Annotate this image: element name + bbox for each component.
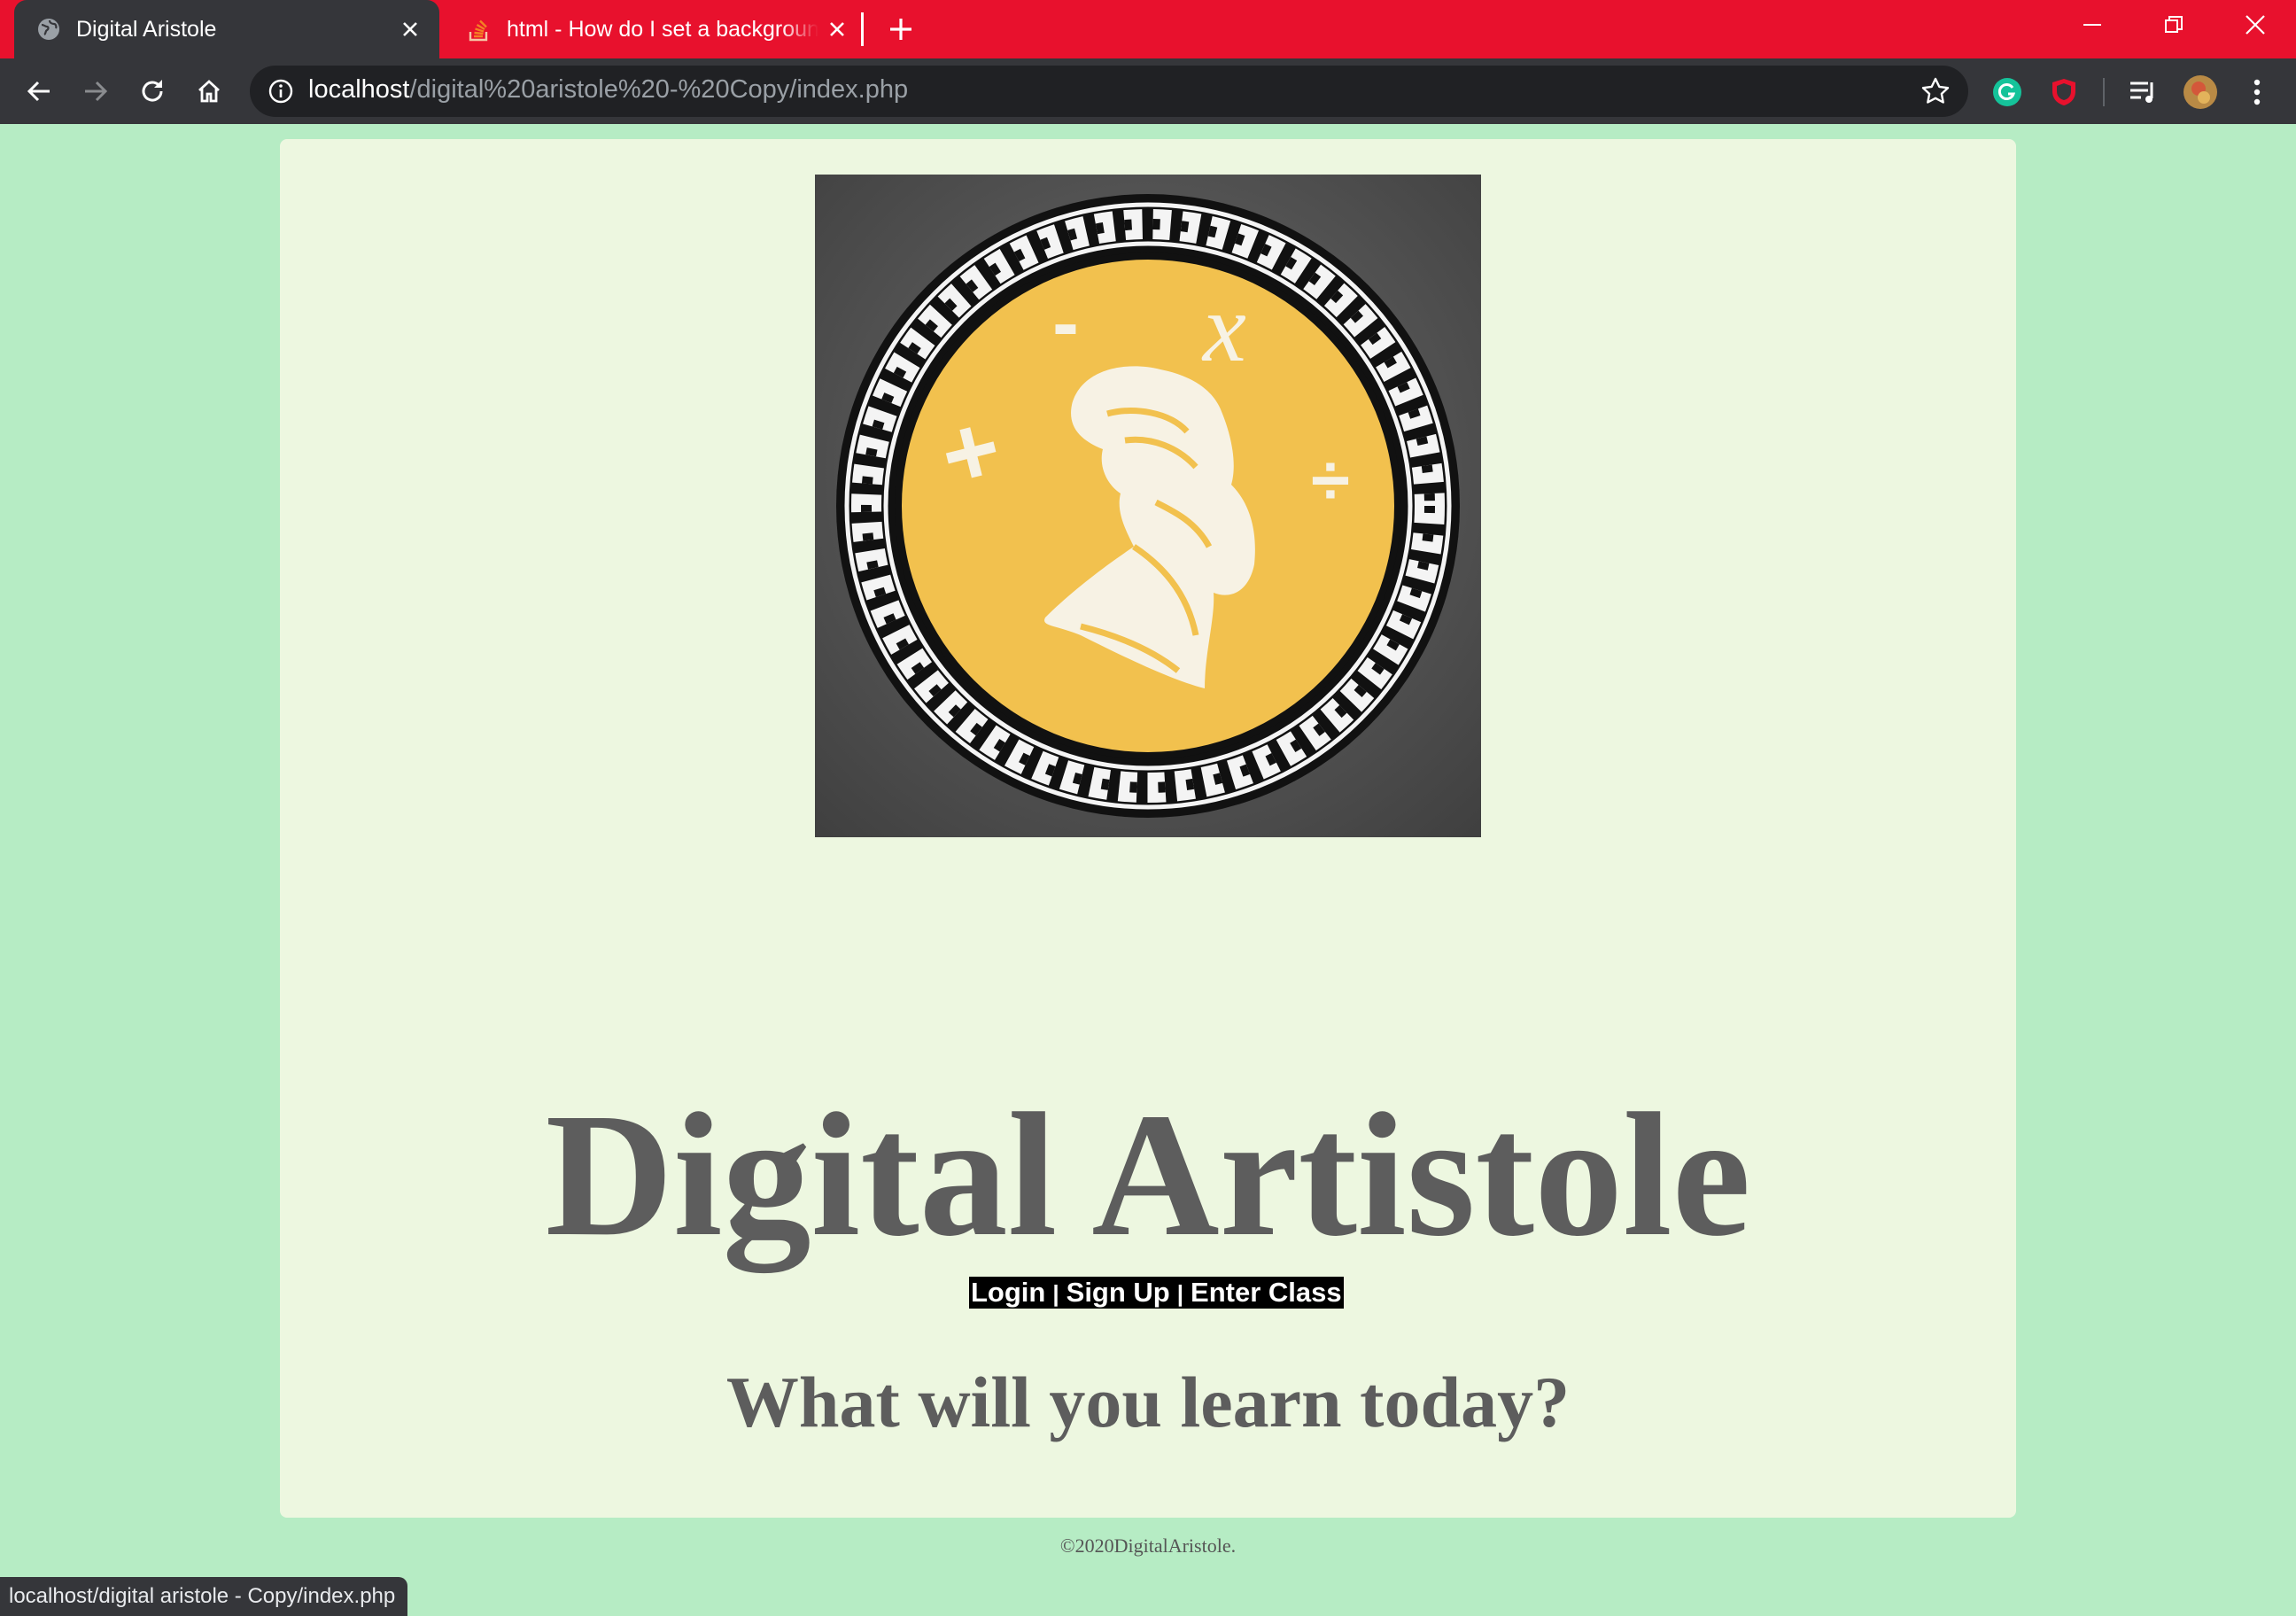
page-title: Digital Artistole [545,1077,1751,1273]
minimize-button[interactable] [2066,5,2119,44]
login-link[interactable]: Login [971,1277,1045,1308]
tab-stackoverflow[interactable]: html - How do I set a background [448,0,856,58]
info-icon[interactable] [268,78,294,105]
tab-digital-aristole[interactable]: Digital Aristole [14,0,439,58]
globe-icon [35,16,62,43]
restore-button[interactable] [2147,5,2200,44]
auth-nav: Login | Sign Up | Enter Class [969,1277,1344,1309]
menu-kebab-icon[interactable] [2239,74,2275,110]
url-text[interactable]: localhost/digital%20aristole%20-%20Copy/… [308,75,908,105]
footer-copyright: ©2020DigitalAristole. [1059,1534,1237,1557]
back-button[interactable] [19,72,58,111]
signup-link[interactable]: Sign Up [1067,1277,1170,1308]
media-queue-icon[interactable] [2126,74,2161,110]
close-window-button[interactable] [2229,5,2282,44]
tab-strip: Digital Aristole html - How do I set a b… [0,0,2296,58]
x-symbol: x [1201,274,1246,382]
divide-symbol: ÷ [1311,440,1350,519]
main-panel: - x + ÷ Digital Artistole Login | Sign Up |… [280,139,2016,1518]
status-bar-url: localhost/digital aristole - Copy/index.… [0,1577,408,1616]
shield-icon[interactable] [2046,74,2082,110]
new-tab-button[interactable] [884,12,918,46]
tagline: What will you learn today? [725,1362,1571,1442]
profile-avatar[interactable] [2183,74,2218,110]
close-icon[interactable] [824,16,850,43]
minus-symbol: - [1052,279,1079,368]
close-icon[interactable] [397,16,423,43]
toolbar-divider [2103,78,2105,106]
browser-toolbar: localhost/digital%20aristole%20-%20Copy/… [0,58,2296,124]
enter-class-link[interactable]: Enter Class [1191,1277,1342,1308]
logo-image: - x + ÷ [815,175,1481,837]
address-bar[interactable]: localhost/digital%20aristole%20-%20Copy/… [250,66,1968,117]
grammarly-icon[interactable] [1990,74,2025,110]
bookmark-star-icon[interactable] [1920,76,1951,106]
nav-separator: | [1052,1280,1059,1307]
tab-divider [861,12,864,46]
reload-button[interactable] [133,72,172,111]
tab-title: Digital Aristole [76,16,217,42]
nav-separator: | [1176,1280,1184,1307]
home-button[interactable] [190,72,229,111]
stackoverflow-icon [466,16,493,43]
tab-title: html - How do I set a background [507,16,818,42]
forward-button[interactable] [76,72,115,111]
